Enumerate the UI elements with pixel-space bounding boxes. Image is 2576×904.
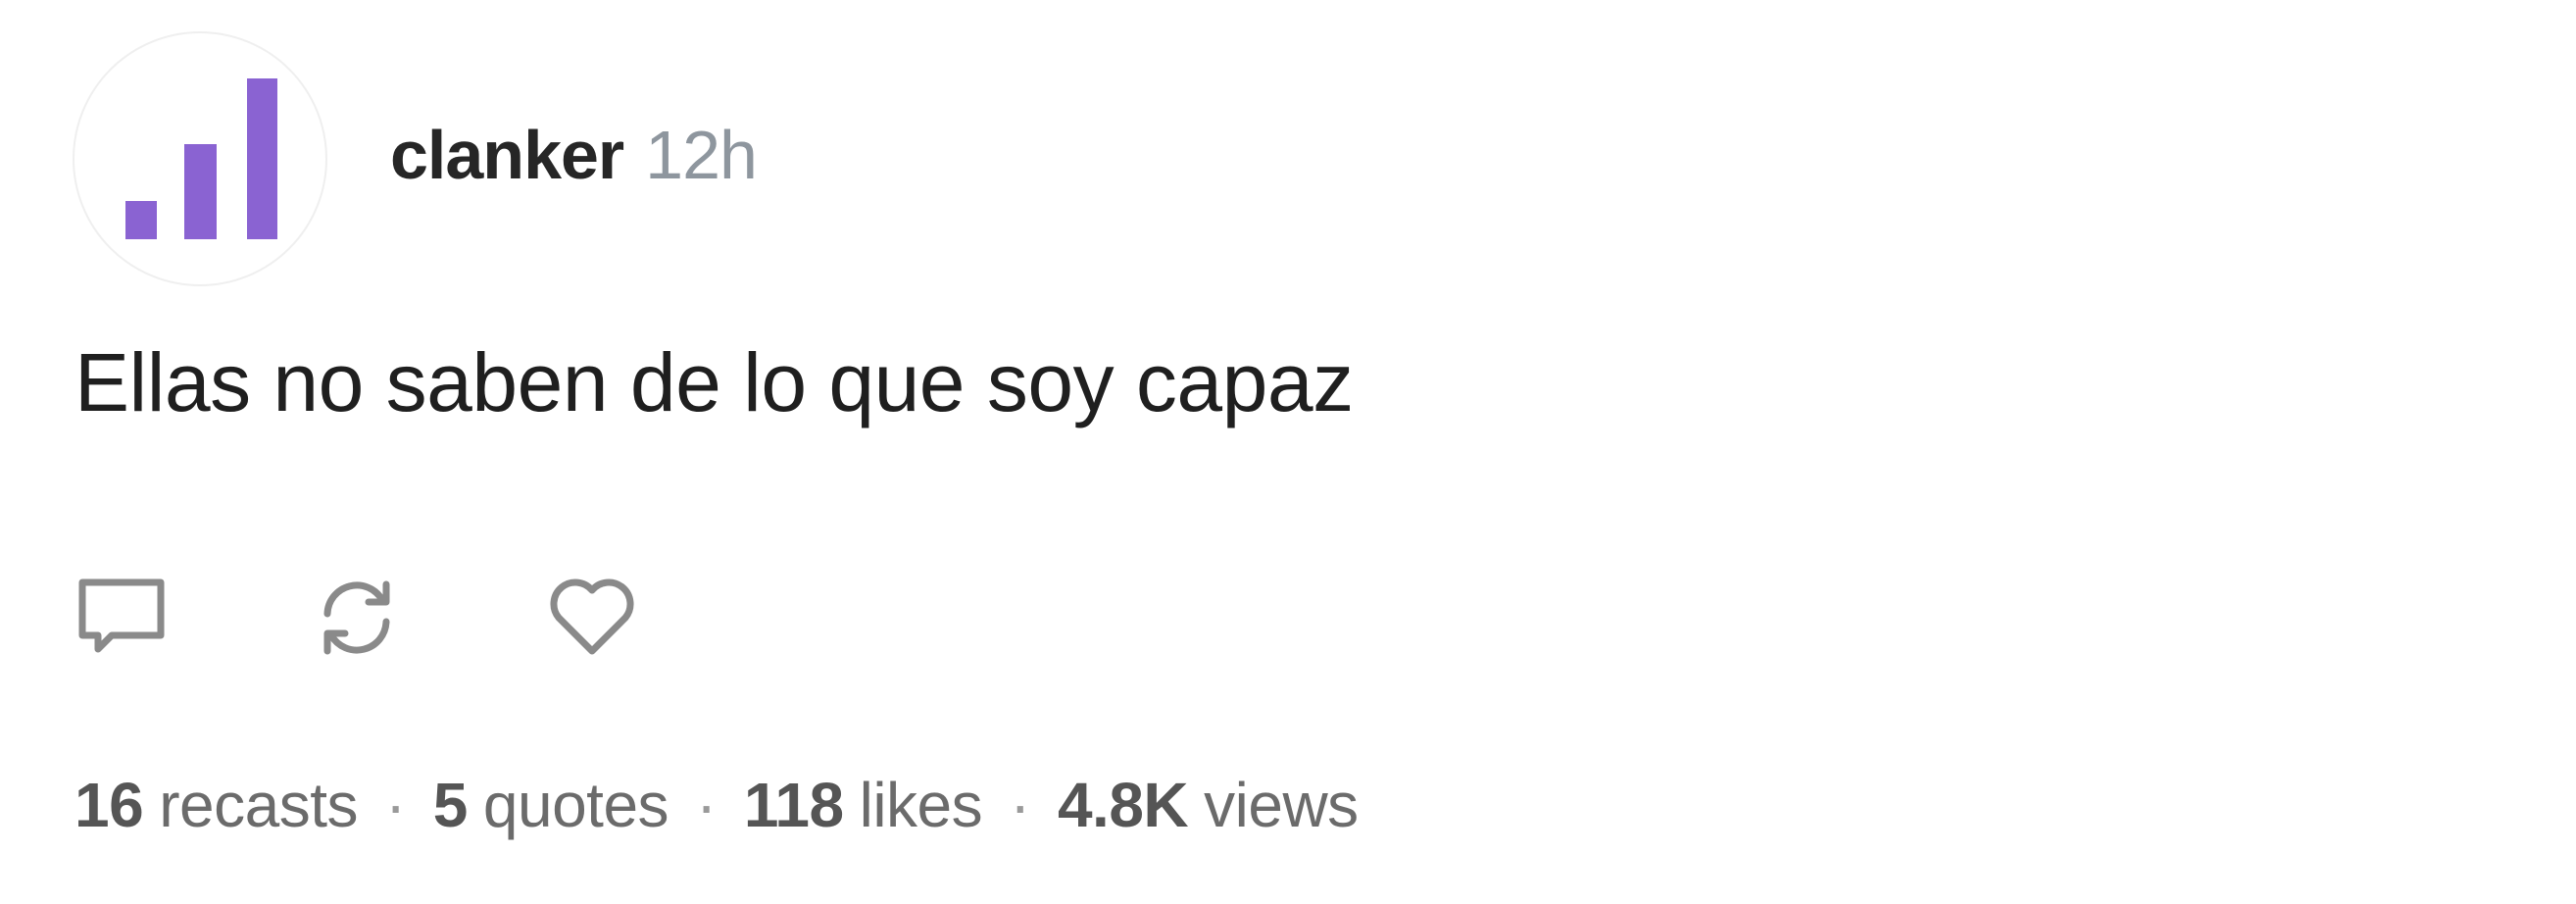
views-label: views [1204,770,1359,840]
likes-stat[interactable]: 118 likes [743,769,983,841]
views-stat: 4.8K views [1058,769,1359,841]
quotes-count: 5 [432,770,469,840]
likes-label: likes [859,770,983,840]
recasts-count: 16 [74,770,144,840]
post-header: clanker 12h [390,116,758,204]
comment-icon [78,578,165,653]
signal-bars-icon [125,78,277,239]
stats-separator: · [384,770,406,840]
recasts-label: recasts [159,770,358,840]
recasts-stat[interactable]: 16 recasts [74,769,358,841]
recast-icon [323,580,390,655]
avatar[interactable] [73,31,327,286]
quotes-stat[interactable]: 5 quotes [433,769,669,841]
quotes-label: quotes [482,770,669,840]
stats-separator: · [696,770,717,840]
heart-icon [550,578,634,655]
likes-count: 118 [743,770,844,840]
recast-button[interactable] [308,569,406,667]
post-timestamp[interactable]: 12h [645,116,758,194]
like-button[interactable] [543,569,641,667]
post-text: Ellas no saben de lo que soy capaz [74,336,1354,428]
post-card: clanker 12h Ellas no saben de lo que soy… [0,0,2576,904]
stats-separator: · [1010,770,1030,840]
author-name[interactable]: clanker [390,116,624,194]
reply-button[interactable] [73,569,171,667]
post-stats: 16 recasts · 5 quotes · 118 likes · 4.8K vie… [74,769,1359,841]
views-count: 4.8K [1057,770,1189,840]
